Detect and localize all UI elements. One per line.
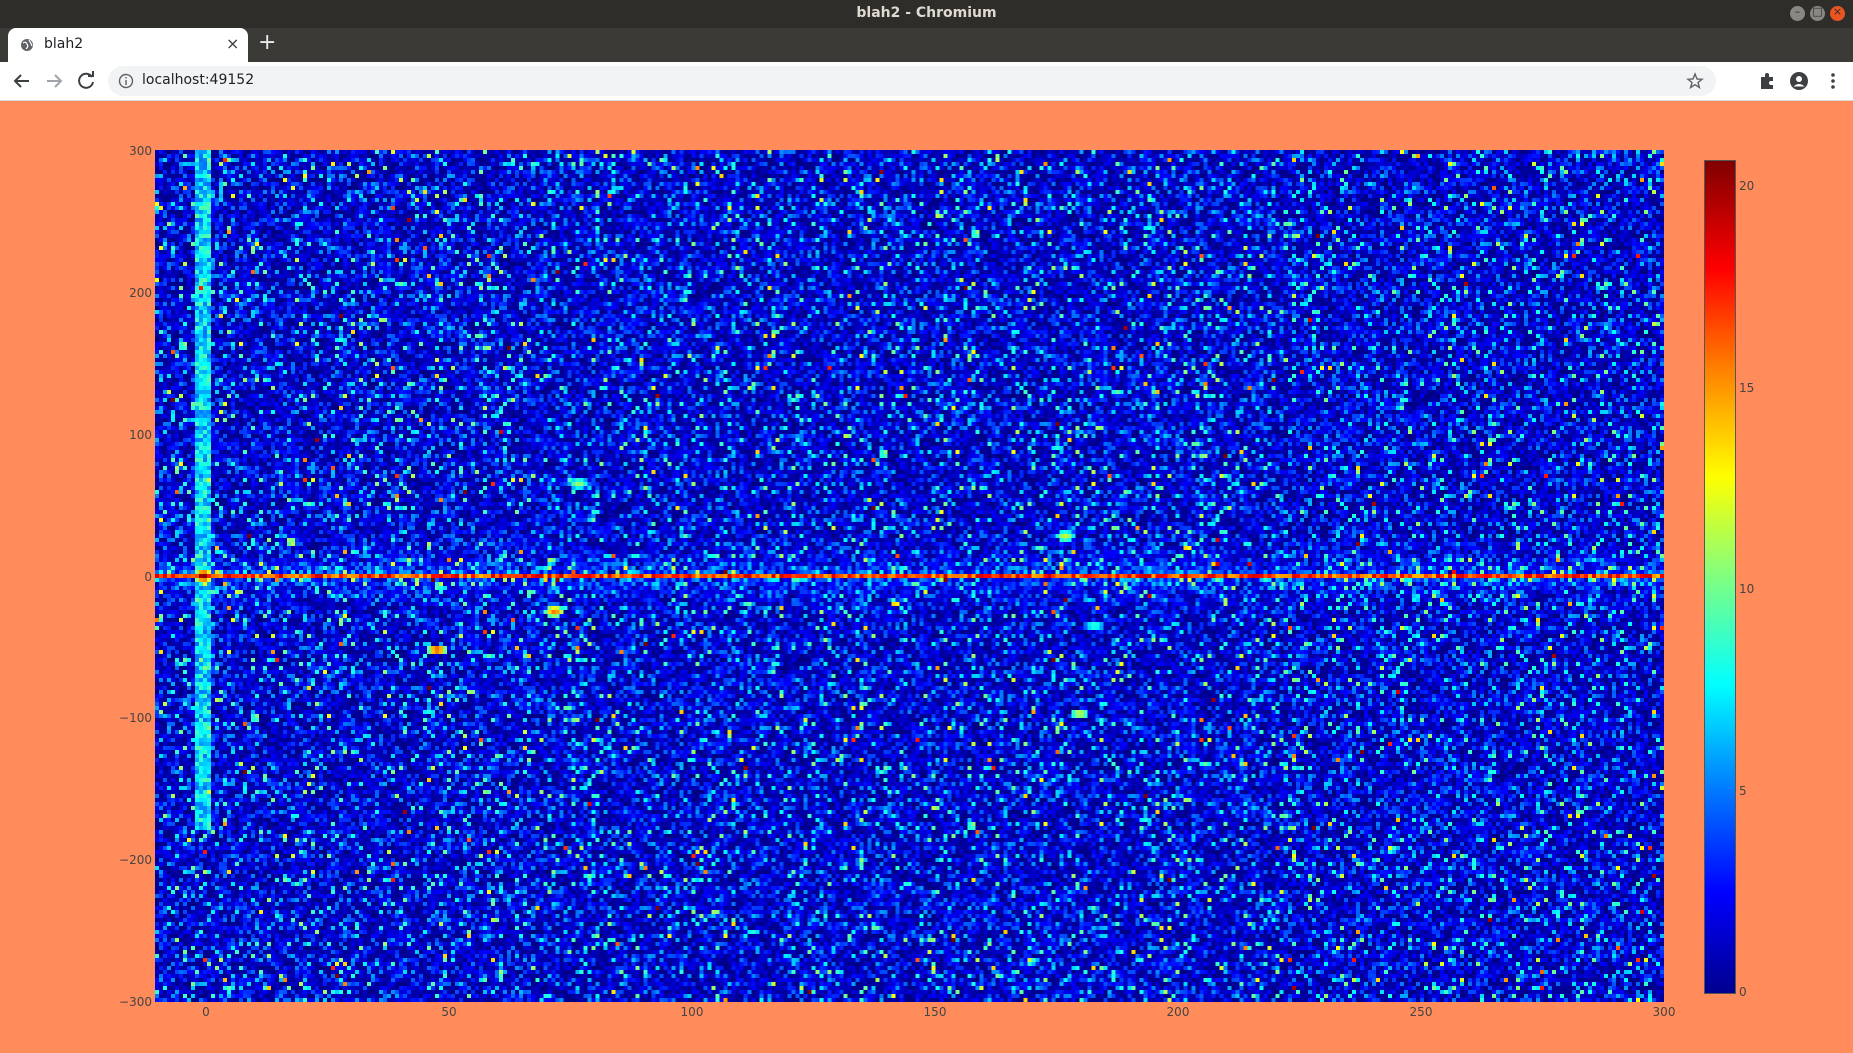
minimize-button[interactable]: – xyxy=(1790,5,1805,21)
address-bar[interactable]: localhost:49152 xyxy=(108,66,1716,96)
window-title-bar: blah2 - Chromium – □ × xyxy=(0,0,1853,28)
x-tick-label: 250 xyxy=(1409,1005,1433,1019)
y-tick-label: −100 xyxy=(119,711,152,725)
reload-icon[interactable] xyxy=(74,69,98,93)
y-tick-label: 0 xyxy=(144,570,152,584)
x-tick-label: 300 xyxy=(1652,1005,1676,1019)
tab-title: blah2 xyxy=(44,36,84,52)
y-tick-label: −300 xyxy=(119,995,152,1009)
browser-toolbar: localhost:49152 xyxy=(0,62,1853,101)
profile-avatar-icon[interactable] xyxy=(1789,71,1809,91)
tab-strip: blah2 × + xyxy=(0,28,1853,62)
close-window-button[interactable]: × xyxy=(1830,5,1845,21)
y-tick-label: 200 xyxy=(129,286,152,300)
new-tab-button[interactable]: + xyxy=(258,30,276,55)
x-tick-label: 100 xyxy=(680,1005,704,1019)
colorbar-tick-label: 0 xyxy=(1739,985,1747,999)
x-tick-label: 150 xyxy=(923,1005,947,1019)
x-tick-label: 0 xyxy=(202,1005,210,1019)
maximize-button[interactable]: □ xyxy=(1810,5,1825,21)
y-tick-label: −200 xyxy=(119,853,152,867)
heatmap-plot-area[interactable] xyxy=(155,150,1664,1002)
colorbar-tick-label: 5 xyxy=(1739,784,1747,798)
window-title: blah2 - Chromium xyxy=(856,5,997,21)
globe-icon xyxy=(21,39,33,51)
x-tick-label: 50 xyxy=(441,1005,457,1019)
url-text[interactable]: localhost:49152 xyxy=(142,72,254,88)
x-tick-label: 200 xyxy=(1166,1005,1190,1019)
menu-kebab-icon[interactable] xyxy=(1823,71,1843,91)
y-tick-label: 300 xyxy=(129,144,152,158)
back-arrow-icon[interactable] xyxy=(10,69,34,93)
colorbar-tick-label: 20 xyxy=(1739,179,1755,193)
bookmark-star-icon[interactable] xyxy=(1686,72,1704,90)
close-tab-icon[interactable]: × xyxy=(226,34,239,53)
info-icon[interactable] xyxy=(118,73,134,89)
colorbar xyxy=(1704,160,1736,994)
forward-arrow-icon[interactable] xyxy=(42,69,66,93)
colorbar-tick-label: 15 xyxy=(1739,381,1755,395)
extensions-puzzle-icon[interactable] xyxy=(1757,71,1777,91)
colorbar-tick-label: 10 xyxy=(1739,582,1755,596)
y-tick-label: 100 xyxy=(129,428,152,442)
tab-blah2[interactable]: blah2 × xyxy=(8,28,248,62)
